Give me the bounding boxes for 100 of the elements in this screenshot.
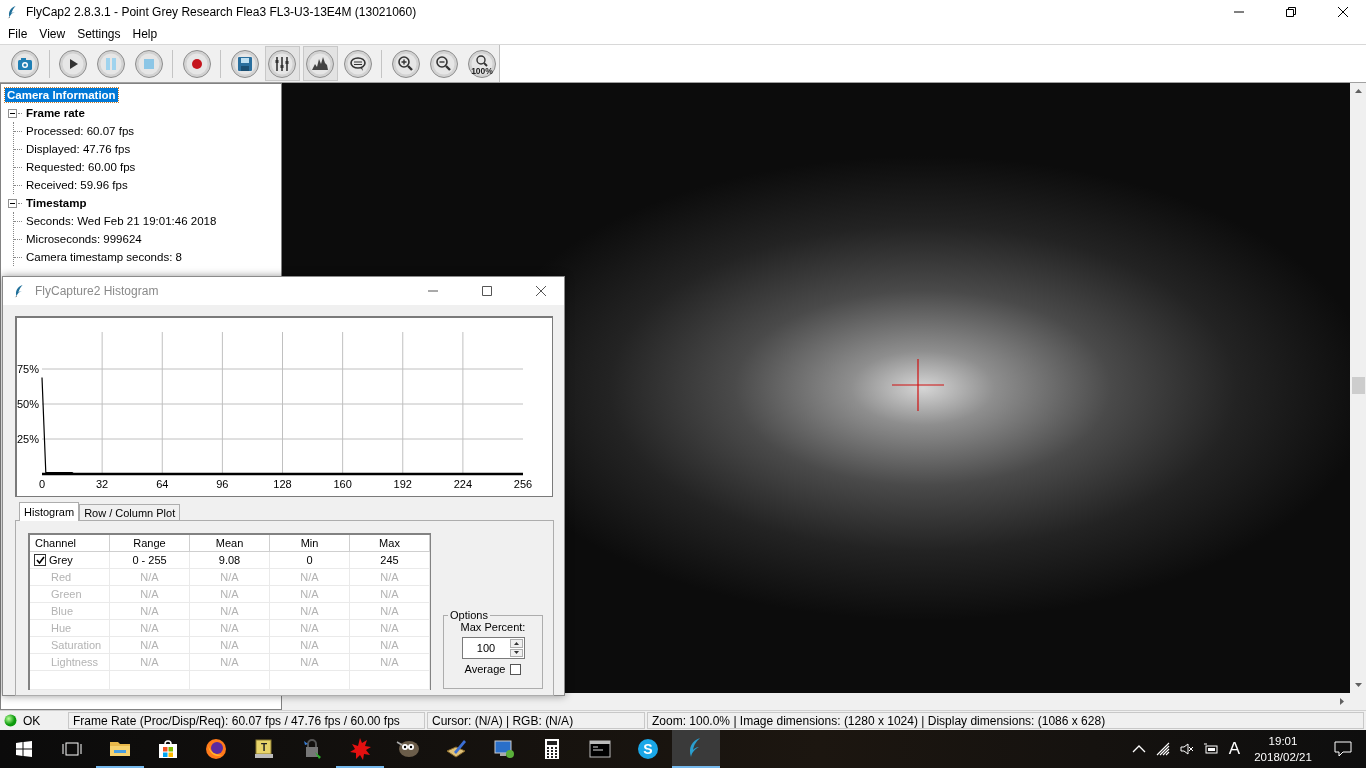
tree-item[interactable]: Processed: 60.07 fps	[24, 124, 137, 138]
field-label: Max Percent:	[460, 621, 526, 633]
table-cell: N/A	[270, 654, 350, 671]
column-header[interactable]: Range	[110, 535, 190, 552]
table-cell: Green	[30, 586, 110, 603]
zoom-reset-button[interactable]: 100%	[464, 46, 499, 81]
settings-button[interactable]	[264, 46, 300, 81]
max-percent-field[interactable]: 100	[461, 637, 525, 659]
table-cell: N/A	[190, 569, 270, 586]
tree-item[interactable]: Received: 59.96 fps	[24, 178, 130, 192]
y-tick-label: 25%	[17, 433, 40, 445]
x-tick-label: 256	[513, 478, 533, 490]
horizontal-scrollbar[interactable]	[282, 693, 1350, 710]
menu-item[interactable]: View	[33, 27, 72, 41]
column-header[interactable]: Max	[350, 535, 430, 552]
menu-item[interactable]: File	[2, 27, 34, 41]
splat-icon	[348, 736, 372, 760]
browser-icon	[204, 737, 228, 761]
window-title: FlyCap2 2.8.3.1 - Point Grey Research Flea3 FL3-U3-13E4M (13021060)	[26, 5, 417, 19]
x-tick-label: 128	[273, 478, 292, 490]
table-cell: N/A	[110, 654, 190, 671]
up-arrow-icon	[1354, 89, 1362, 93]
dialog-title: FlyCapture2 Histogram	[35, 284, 159, 298]
table-cell: N/A	[190, 654, 270, 671]
x-tick-label: 96	[216, 478, 229, 490]
status-text: OK	[23, 713, 41, 728]
stop-icon	[133, 48, 164, 79]
tree-item[interactable]: Seconds: Wed Feb 21 19:01:46 2018	[24, 214, 219, 228]
up-arrow-icon	[513, 641, 519, 645]
wifi-icon	[1154, 741, 1171, 757]
table-cell: 9.08	[190, 552, 270, 569]
table-cell: N/A	[350, 586, 430, 603]
x-tick-label: 160	[333, 478, 352, 490]
x-tick-label: 64	[156, 478, 169, 490]
table-cell: 245	[350, 552, 430, 569]
y-tick-label: 75%	[17, 363, 40, 375]
monitor-icon	[492, 737, 516, 761]
task-view-icon	[62, 741, 82, 757]
floppy-disk-icon	[229, 48, 260, 79]
tab[interactable]: Row / Column Plot	[79, 504, 181, 520]
speech-bubble-icon	[343, 48, 374, 79]
volume-muted-icon	[1178, 741, 1195, 757]
tree-item[interactable]: Camera Information	[5, 88, 118, 102]
table-cell: N/A	[270, 637, 350, 654]
tree-item[interactable]: Microseconds: 999624	[24, 232, 144, 246]
input-method-indicator[interactable]: A	[1222, 739, 1246, 759]
status-light-icon	[4, 714, 17, 727]
column-header[interactable]: Min	[270, 535, 350, 552]
taskbar-app-button[interactable]: T	[240, 730, 288, 768]
table-cell: Lightness	[30, 654, 110, 671]
tree-item[interactable]: Displayed: 47.76 fps	[24, 142, 133, 156]
tree-item[interactable]: Frame rate	[24, 106, 87, 120]
camera-icon	[10, 48, 41, 79]
checkbox[interactable]	[34, 554, 46, 566]
pause-icon	[96, 48, 127, 79]
table-cell: N/A	[270, 569, 350, 586]
table-cell: N/A	[190, 620, 270, 637]
speech-bubble-icon	[1334, 741, 1352, 757]
tree-item[interactable]: Camera timestamp seconds: 8	[24, 250, 184, 264]
clock[interactable]: 19:01 2018/02/21	[1246, 733, 1320, 765]
status-section: Zoom: 100.0% | Image dimensions: (1280 x 1024) | Display dimensions: (1086 x 628)	[647, 712, 1364, 729]
table-cell: 0	[270, 552, 350, 569]
checkmark-icon	[35, 556, 45, 564]
table-cell: N/A	[110, 586, 190, 603]
table-cell: Blue	[30, 603, 110, 620]
scroll-thumb[interactable]	[1351, 377, 1365, 394]
collapse-toggle-icon[interactable]	[8, 198, 17, 208]
table-cell: Red	[30, 569, 110, 586]
right-arrow-icon	[1340, 698, 1344, 705]
group-label: Options	[449, 609, 489, 621]
vertical-scrollbar[interactable]	[1350, 83, 1366, 693]
spin-down-button[interactable]	[509, 648, 523, 657]
table-cell: N/A	[270, 586, 350, 603]
spin-up-button[interactable]	[509, 639, 523, 648]
status-section: Cursor: (N/A) | RGB: (N/A)	[427, 712, 645, 729]
down-arrow-icon	[513, 651, 519, 655]
down-arrow-icon	[1354, 683, 1362, 687]
histogram-button[interactable]	[302, 46, 338, 81]
menu-item[interactable]: Help	[126, 27, 164, 41]
histogram-icon	[305, 48, 336, 79]
restore-icon	[1285, 6, 1297, 18]
play-icon	[58, 48, 89, 79]
tree-item[interactable]: Requested: 60.00 fps	[24, 160, 138, 174]
table-cell: N/A	[110, 603, 190, 620]
maximize-icon	[481, 285, 493, 297]
table-cell: N/A	[350, 603, 430, 620]
checkbox[interactable]	[510, 663, 522, 675]
tab[interactable]: Histogram	[19, 502, 80, 521]
y-tick-label: 50%	[17, 398, 40, 410]
table-cell: N/A	[270, 603, 350, 620]
column-header[interactable]: Mean	[190, 535, 270, 552]
crosshair-icon	[892, 359, 944, 411]
x-tick-label: 224	[453, 478, 473, 490]
collapse-toggle-icon[interactable]	[8, 108, 17, 118]
zoom-out-icon	[428, 48, 459, 79]
checkbox-label: Average	[464, 663, 506, 675]
menu-item[interactable]: Settings	[71, 27, 127, 41]
tree-item[interactable]: Timestamp	[24, 196, 89, 210]
table-cell: N/A	[190, 637, 270, 654]
column-header[interactable]: Channel	[30, 535, 110, 552]
